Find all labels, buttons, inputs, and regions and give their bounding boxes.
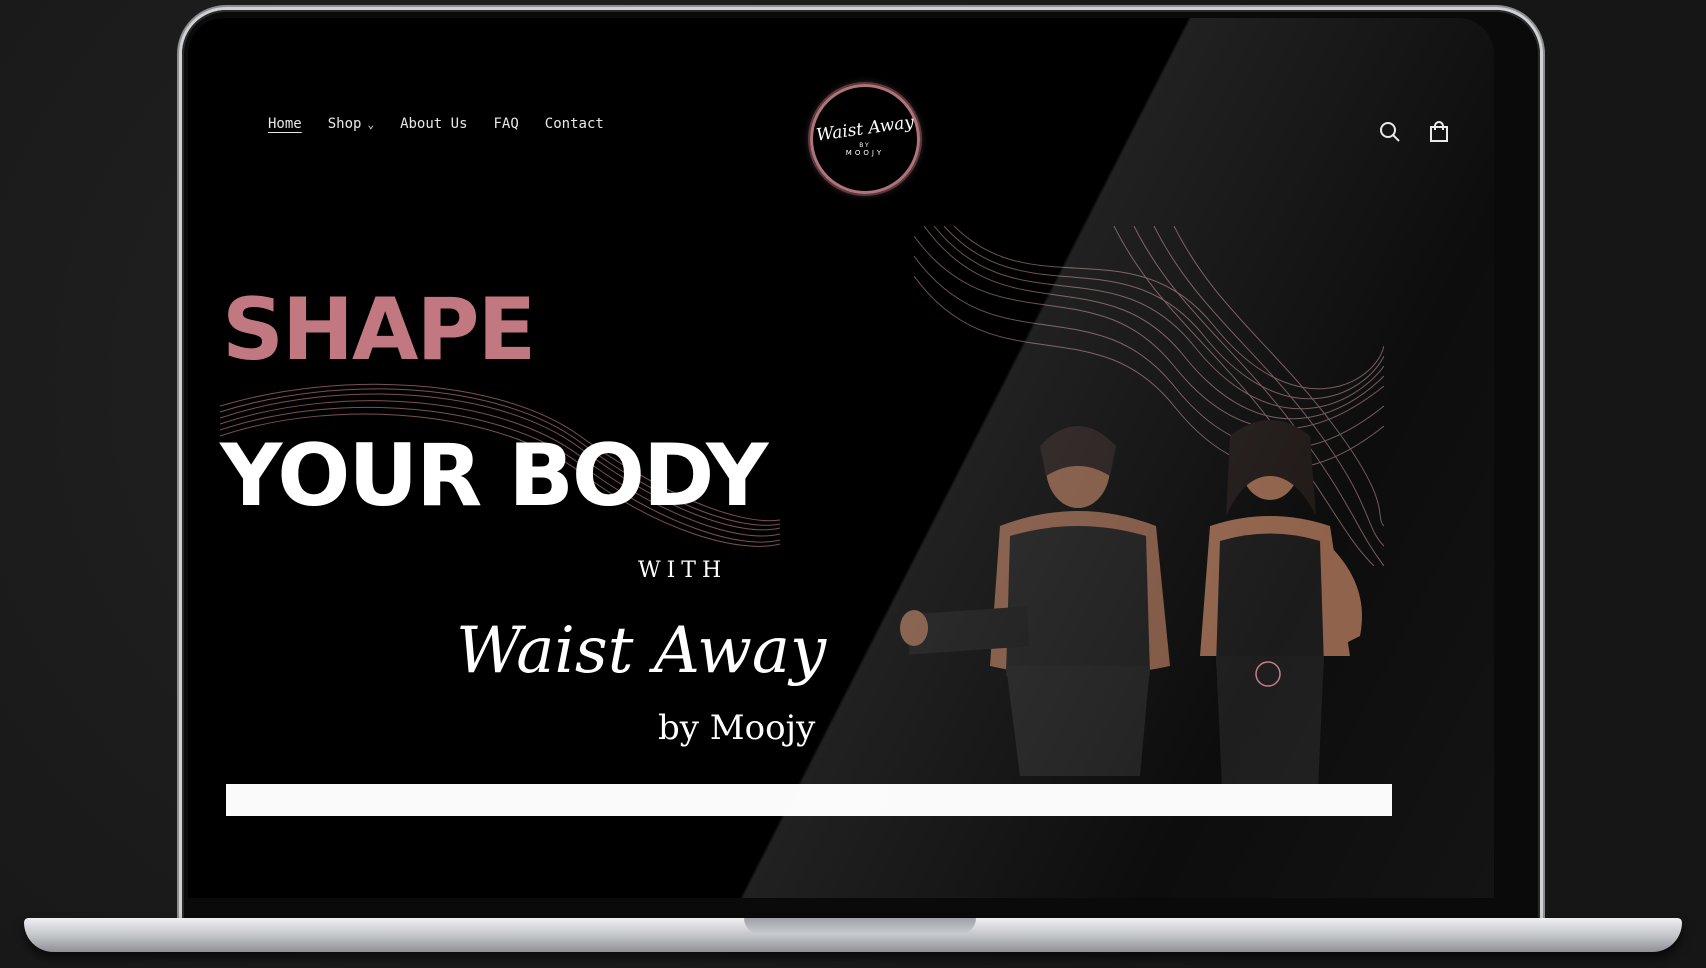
nav-item-home[interactable]: Home <box>268 116 302 132</box>
brand-logo[interactable]: Waist Away BY MOOJY <box>810 84 920 194</box>
nav-item-shop[interactable]: Shop ⌄ <box>328 116 374 132</box>
main-nav: Home Shop ⌄ About Us FAQ Contact <box>268 116 604 132</box>
logo-by: BY <box>859 142 871 149</box>
nav-item-shop-label: Shop <box>327 116 362 132</box>
laptop-notch <box>744 918 976 934</box>
chevron-down-icon: ⌄ <box>367 118 375 131</box>
nav-item-faq[interactable]: FAQ <box>494 116 519 132</box>
hero-brand-script: Waist Away <box>456 614 827 688</box>
models-photo <box>900 420 1362 788</box>
announcement-bar <box>226 784 1392 816</box>
nav-item-contact[interactable]: Contact <box>545 116 604 132</box>
hero-title-body: YOUR BODY <box>220 426 768 526</box>
logo-script: Waist Away <box>814 112 916 146</box>
cart-icon[interactable] <box>1425 118 1453 146</box>
website-screen: Home Shop ⌄ About Us FAQ Contact Waist Aw… <box>188 18 1494 898</box>
hero-with: WITH <box>638 558 728 583</box>
search-icon[interactable] <box>1376 118 1404 146</box>
hero-title-shape: SHAPE <box>222 280 536 380</box>
nav-item-about[interactable]: About Us <box>400 116 467 132</box>
logo-name: MOOJY <box>845 149 885 157</box>
hero-by-moojy: by Moojy <box>658 708 816 748</box>
